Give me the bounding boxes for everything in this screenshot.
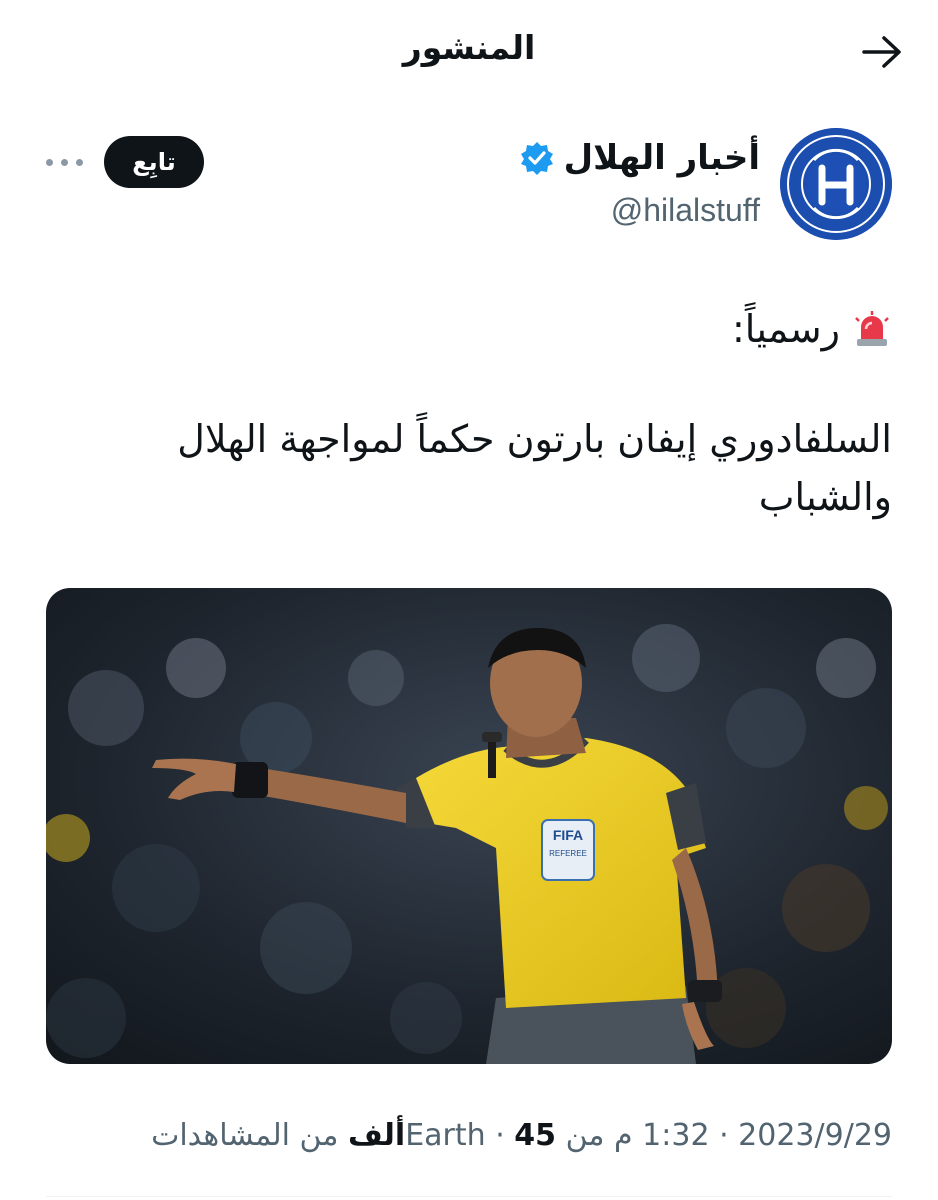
fifa-badge-sub: REFEREE bbox=[549, 849, 587, 858]
top-bar: المنشور bbox=[0, 0, 938, 100]
page-title: المنشور bbox=[402, 28, 536, 67]
tweet-time[interactable]: 1:32 م bbox=[614, 1118, 710, 1153]
tweet-meta: 2023/9/29 · 1:32 م من Earth · 45ألف من ا… bbox=[151, 1118, 892, 1153]
back-button[interactable] bbox=[860, 30, 904, 74]
tweet-date[interactable]: 2023/9/29 bbox=[738, 1118, 892, 1153]
fifa-badge-text: FIFA bbox=[553, 827, 583, 843]
views-label: من المشاهدات bbox=[151, 1118, 339, 1153]
hilal-logo-icon bbox=[780, 128, 892, 240]
avatar[interactable] bbox=[780, 128, 892, 240]
more-options-button[interactable] bbox=[34, 142, 94, 182]
tweet-line1: رسمياً: bbox=[731, 307, 840, 351]
tweet-line2: السلفادوري إيفان بارتون حكماً لمواجهة ال… bbox=[177, 417, 892, 519]
tweet-line-official: رسمياً: bbox=[42, 300, 892, 358]
verified-badge-icon bbox=[520, 142, 553, 175]
follow-button[interactable]: تابِع bbox=[104, 136, 204, 188]
author-row: أخبار الهلال @hilalstuff تابِع bbox=[0, 120, 938, 260]
police-light-emoji-icon bbox=[855, 311, 889, 346]
tweet-image[interactable]: FIFA REFEREE bbox=[46, 588, 892, 1064]
divider bbox=[46, 1196, 892, 1197]
user-handle[interactable]: @hilalstuff bbox=[611, 192, 760, 229]
tweet-text: رسمياً: السلفادوري إيفان بارتون حكماً لم… bbox=[42, 300, 892, 526]
display-name-row: أخبار الهلال bbox=[520, 138, 760, 178]
referee-photo: FIFA REFEREE bbox=[46, 588, 892, 1064]
display-name[interactable]: أخبار الهلال bbox=[564, 138, 760, 178]
more-horizontal-icon bbox=[45, 158, 53, 166]
arrow-right-icon bbox=[862, 36, 901, 68]
